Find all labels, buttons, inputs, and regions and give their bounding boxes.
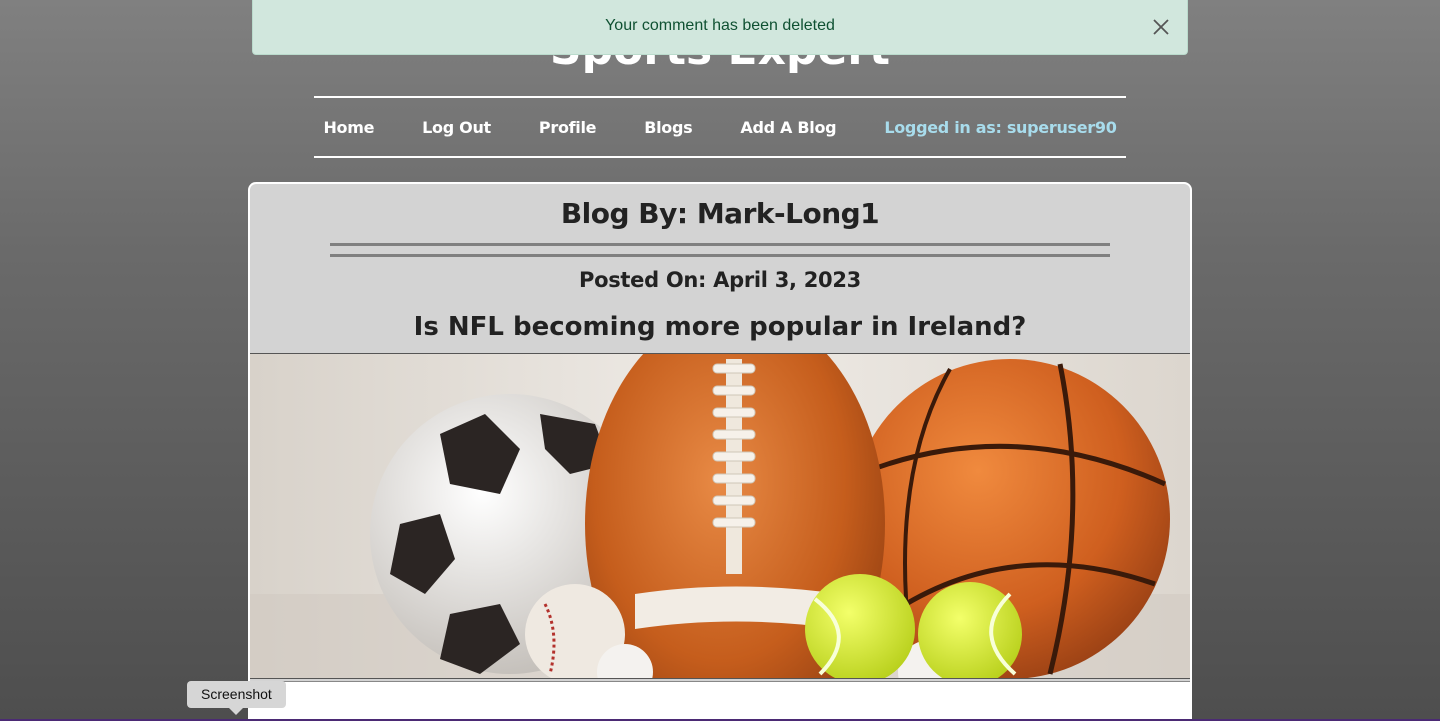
divider-bottom bbox=[330, 254, 1110, 257]
blog-author-heading: Blog By: Mark-Long1 bbox=[560, 197, 880, 230]
divider-top bbox=[330, 243, 1110, 246]
success-alert: Your comment has been deleted bbox=[252, 0, 1188, 55]
nav-profile-link[interactable]: Profile bbox=[515, 118, 620, 137]
blog-title: Is NFL becoming more popular in Ireland? bbox=[413, 312, 1027, 342]
alert-message: Your comment has been deleted bbox=[605, 17, 835, 34]
blog-posted-date: Posted On: April 3, 2023 bbox=[579, 268, 861, 292]
blog-post-card: Blog By: Mark-Long1 Posted On: April 3, … bbox=[248, 182, 1192, 721]
close-icon[interactable] bbox=[1151, 17, 1171, 37]
main-nav: Home Log Out Profile Blogs Add A Blog Lo… bbox=[314, 96, 1126, 158]
logged-in-user-status: Logged in as: superuser90 bbox=[884, 117, 1117, 137]
nav-logout-link[interactable]: Log Out bbox=[398, 118, 515, 137]
blog-content-area bbox=[250, 681, 1190, 721]
nav-blogs-link[interactable]: Blogs bbox=[620, 118, 716, 137]
blog-image bbox=[250, 353, 1190, 679]
screenshot-tooltip: Screenshot bbox=[187, 681, 286, 708]
nav-home-link[interactable]: Home bbox=[299, 118, 398, 137]
tooltip-arrow bbox=[229, 708, 243, 715]
nav-add-blog-link[interactable]: Add A Blog bbox=[716, 118, 860, 137]
